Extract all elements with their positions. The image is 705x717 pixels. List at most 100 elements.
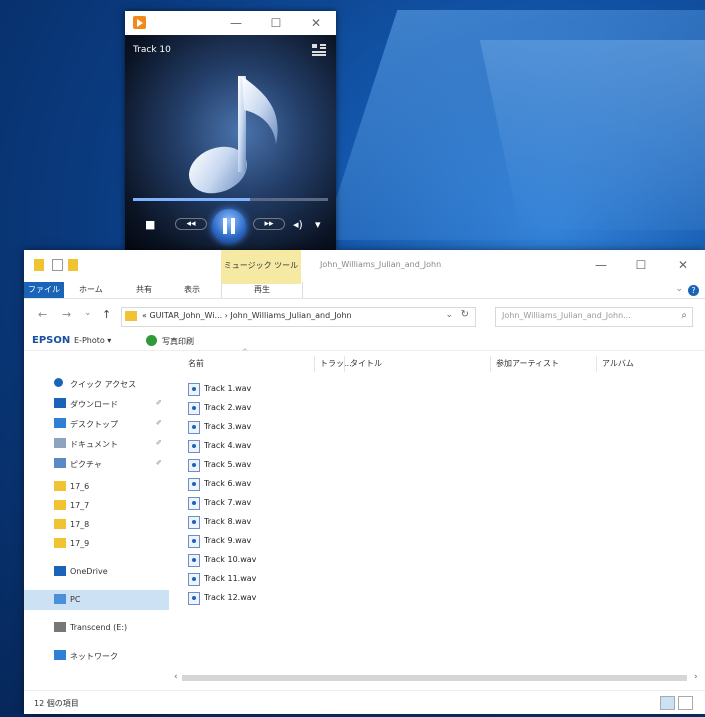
address-dropdown-icon[interactable]: ⌄ bbox=[445, 310, 453, 320]
explorer-minimize-button[interactable]: — bbox=[586, 256, 616, 274]
sidebar-item[interactable]: OneDrive bbox=[24, 562, 169, 582]
sidebar-item-label: デスクトップ bbox=[70, 420, 118, 429]
network-icon bbox=[54, 650, 66, 660]
search-input[interactable]: John_Williams_Julian_and_John... ⌕ bbox=[495, 307, 693, 327]
sidebar-item-label: OneDrive bbox=[70, 567, 108, 576]
column-divider[interactable] bbox=[596, 356, 597, 372]
column-header-name[interactable]: 名前 bbox=[188, 358, 204, 369]
explorer-close-button[interactable]: ✕ bbox=[668, 256, 698, 274]
column-divider[interactable] bbox=[314, 356, 315, 372]
details-view-icon[interactable] bbox=[660, 696, 675, 710]
wallpaper-light-beam bbox=[479, 40, 705, 230]
new-folder-icon[interactable] bbox=[68, 259, 78, 271]
tab-file[interactable]: ファイル bbox=[24, 282, 64, 298]
music-tools-context-tab[interactable]: ミュージック ツール bbox=[221, 250, 301, 284]
player-minimize-button[interactable]: — bbox=[221, 13, 251, 33]
pause-button[interactable] bbox=[212, 209, 246, 243]
epson-product-dropdown[interactable]: E-Photo ▾ bbox=[74, 336, 111, 345]
refresh-icon[interactable]: ↻ bbox=[461, 309, 469, 320]
properties-icon[interactable] bbox=[52, 259, 63, 271]
pictures-icon bbox=[54, 458, 66, 468]
breadcrumb[interactable]: « GUITAR_John_Wi... › John_Williams_Juli… bbox=[142, 311, 352, 320]
file-row[interactable]: Track 11.wav bbox=[188, 570, 388, 588]
up-button[interactable]: ↑ bbox=[102, 308, 111, 321]
forward-button[interactable]: → bbox=[62, 308, 71, 321]
pin-icon[interactable]: ✐ bbox=[156, 419, 162, 427]
explorer-maximize-button[interactable]: ☐ bbox=[626, 256, 656, 274]
file-row[interactable]: Track 7.wav bbox=[188, 494, 388, 512]
seek-bar[interactable] bbox=[133, 198, 328, 201]
stop-button[interactable]: ■ bbox=[145, 218, 155, 231]
column-header-album[interactable]: アルバム bbox=[602, 358, 634, 369]
pc-icon bbox=[54, 594, 66, 604]
sidebar-item[interactable]: ネットワーク bbox=[24, 646, 169, 666]
scrollbar-thumb[interactable] bbox=[182, 675, 687, 681]
document-icon bbox=[54, 438, 66, 448]
expand-ribbon-icon[interactable]: ⌄ bbox=[675, 284, 683, 294]
pin-icon[interactable]: ✐ bbox=[156, 439, 162, 447]
sidebar-item[interactable]: デスクトップ ✐ bbox=[24, 414, 169, 434]
file-row[interactable]: Track 9.wav bbox=[188, 532, 388, 550]
file-row[interactable]: Track 5.wav bbox=[188, 456, 388, 474]
file-row[interactable]: Track 10.wav bbox=[188, 551, 388, 569]
volume-dropdown-icon[interactable]: ▾ bbox=[315, 218, 321, 231]
address-bar[interactable]: « GUITAR_John_Wi... › John_Williams_Juli… bbox=[121, 307, 476, 327]
sidebar-item[interactable]: ピクチャ ✐ bbox=[24, 454, 169, 474]
pause-icon bbox=[231, 218, 235, 234]
recent-locations-button[interactable]: ⌄ bbox=[84, 308, 92, 318]
file-row[interactable]: Track 6.wav bbox=[188, 475, 388, 493]
volume-button[interactable]: ◂) bbox=[293, 218, 303, 231]
large-icons-view-icon[interactable] bbox=[678, 696, 693, 710]
scroll-right-icon[interactable]: › bbox=[694, 672, 698, 682]
tab-play[interactable]: 再生 bbox=[221, 282, 303, 298]
tab-home[interactable]: ホーム bbox=[79, 284, 103, 295]
sidebar-item[interactable]: クイック アクセス bbox=[24, 374, 169, 394]
scroll-left-icon[interactable]: ‹ bbox=[174, 672, 178, 682]
player-titlebar[interactable]: — ☐ ✕ bbox=[125, 11, 336, 35]
column-divider[interactable] bbox=[490, 356, 491, 372]
search-icon[interactable]: ⌕ bbox=[681, 310, 687, 321]
audio-file-icon bbox=[188, 478, 200, 491]
help-icon[interactable]: ? bbox=[688, 285, 699, 296]
pin-icon[interactable]: ✐ bbox=[156, 399, 162, 407]
file-row[interactable]: Track 8.wav bbox=[188, 513, 388, 531]
audio-file-icon bbox=[188, 554, 200, 567]
sidebar-item[interactable]: ダウンロード ✐ bbox=[24, 394, 169, 414]
file-row[interactable]: Track 3.wav bbox=[188, 418, 388, 436]
pin-icon[interactable]: ✐ bbox=[156, 459, 162, 467]
photo-print-button[interactable]: 写真印刷 bbox=[162, 336, 194, 347]
file-row[interactable]: Track 4.wav bbox=[188, 437, 388, 455]
sidebar-item[interactable]: 17_7 bbox=[24, 496, 169, 516]
sidebar-item[interactable]: ドキュメント ✐ bbox=[24, 434, 169, 454]
folder-icon bbox=[54, 538, 66, 548]
column-divider[interactable] bbox=[344, 356, 345, 372]
sidebar-item-label: 17_7 bbox=[70, 501, 90, 510]
back-button[interactable]: ← bbox=[38, 308, 47, 321]
tab-view[interactable]: 表示 bbox=[184, 284, 200, 295]
sidebar-item[interactable]: PC bbox=[24, 590, 169, 610]
player-close-button[interactable]: ✕ bbox=[301, 13, 331, 33]
photo-print-icon[interactable] bbox=[146, 335, 157, 346]
file-name: Track 9.wav bbox=[204, 536, 252, 545]
player-maximize-button[interactable]: ☐ bbox=[261, 13, 291, 33]
sidebar-item[interactable]: Transcend (E:) bbox=[24, 618, 169, 638]
switch-library-icon[interactable] bbox=[312, 44, 326, 56]
explorer-titlebar[interactable]: ミュージック ツール John_Williams_Julian_and_John… bbox=[24, 250, 705, 284]
column-header-artist[interactable]: 参加アーティスト bbox=[496, 358, 559, 369]
sidebar-item[interactable]: 17_9 bbox=[24, 534, 169, 554]
file-row[interactable]: Track 1.wav bbox=[188, 380, 388, 398]
sidebar-item-label: ドキュメント bbox=[70, 440, 118, 449]
file-row[interactable]: Track 2.wav bbox=[188, 399, 388, 417]
audio-file-icon bbox=[188, 440, 200, 453]
next-button[interactable]: ▸▸ bbox=[253, 218, 285, 230]
column-header-track[interactable]: トラッ... bbox=[320, 358, 352, 369]
sidebar-item[interactable]: 17_8 bbox=[24, 515, 169, 535]
horizontal-scrollbar[interactable]: ‹ › bbox=[174, 672, 705, 684]
file-row[interactable]: Track 12.wav bbox=[188, 589, 388, 607]
sidebar-item[interactable]: 17_6 bbox=[24, 477, 169, 497]
column-header-title[interactable]: タイトル bbox=[350, 358, 382, 369]
file-name: Track 8.wav bbox=[204, 517, 252, 526]
tab-share[interactable]: 共有 bbox=[136, 284, 152, 295]
address-row: ← → ⌄ ↑ « GUITAR_John_Wi... › John_Willi… bbox=[24, 304, 705, 328]
previous-button[interactable]: ◂◂ bbox=[175, 218, 207, 230]
